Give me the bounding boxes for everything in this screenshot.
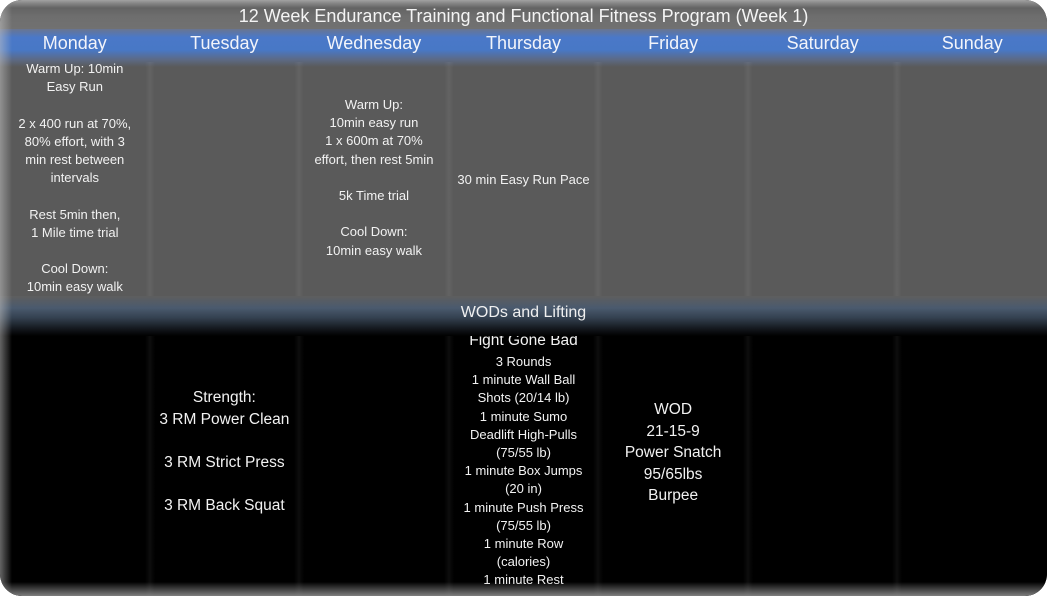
day-header-tuesday: Tuesday bbox=[190, 33, 259, 53]
training-schedule-board: 12 Week Endurance Training and Functiona… bbox=[0, 0, 1047, 596]
top-edge-highlight bbox=[0, 0, 1047, 8]
day-header-monday: Monday bbox=[42, 33, 107, 53]
wod-cell-friday: WOD 21-15-9 Power Snatch 95/65lbs Burpee bbox=[624, 401, 722, 504]
cardio-cell-wednesday: Warm Up: 10min easy run 1 x 600m at 70% … bbox=[314, 97, 434, 258]
wod-cell-tuesday: Strength: 3 RM Power Clean 3 RM Strict P… bbox=[159, 389, 290, 514]
day-header-friday: Friday bbox=[648, 33, 699, 53]
cardio-cell-thursday: 30 min Easy Run Pace bbox=[457, 172, 590, 187]
day-header-wednesday: Wednesday bbox=[326, 33, 422, 53]
day-header-saturday: Saturday bbox=[786, 33, 859, 53]
bottom-edge-highlight bbox=[0, 582, 1047, 596]
day-header-sunday: Sunday bbox=[941, 33, 1003, 53]
wod-section-header: WODs and Lifting bbox=[0, 296, 1047, 336]
cardio-cell-monday: Warm Up: 10min Easy Run 2 x 400 run at 7… bbox=[18, 61, 132, 295]
day-header-thursday: Thursday bbox=[486, 33, 562, 53]
left-edge-highlight bbox=[0, 0, 12, 596]
wod-cell-thursday: 3 Rounds 1 minute Wall Ball Shots (20/14… bbox=[463, 354, 584, 588]
